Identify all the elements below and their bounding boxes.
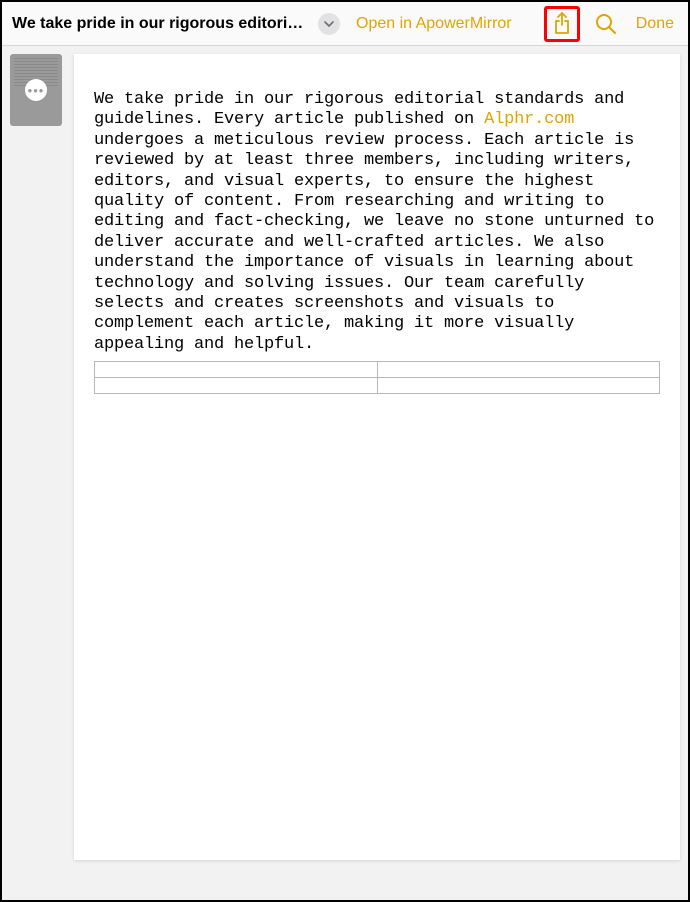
chevron-down-icon — [324, 21, 334, 27]
document-page: We take pride in our rigorous editorial … — [74, 54, 680, 860]
title-wrap: We take pride in our rigorous editorial … — [12, 13, 340, 35]
search-icon — [595, 13, 617, 35]
table-cell[interactable] — [377, 378, 660, 394]
document-title: We take pride in our rigorous editorial … — [12, 15, 312, 33]
search-button[interactable] — [588, 6, 624, 42]
table-row — [95, 362, 660, 378]
done-button[interactable]: Done — [632, 15, 678, 33]
toolbar: We take pride in our rigorous editorial … — [2, 2, 688, 46]
thumbnail-sidebar: ••• — [2, 46, 70, 900]
title-dropdown-button[interactable] — [318, 13, 340, 35]
open-in-button[interactable]: Open in ApowerMirror — [356, 15, 512, 33]
share-button[interactable] — [544, 6, 580, 42]
alphr-link[interactable]: Alphr.com — [484, 110, 574, 129]
table-cell[interactable] — [377, 362, 660, 378]
table-cell[interactable] — [95, 378, 378, 394]
body-text-after: undergoes a meticulous review process. E… — [94, 131, 654, 354]
thumbnail-more-icon: ••• — [25, 79, 47, 101]
share-icon — [552, 12, 572, 36]
empty-table[interactable] — [94, 361, 660, 394]
page-thumbnail[interactable]: ••• — [10, 54, 62, 126]
table-row — [95, 378, 660, 394]
table-cell[interactable] — [95, 362, 378, 378]
content-area: ••• We take pride in our rigorous editor… — [2, 46, 688, 900]
body-paragraph: We take pride in our rigorous editorial … — [94, 90, 660, 355]
